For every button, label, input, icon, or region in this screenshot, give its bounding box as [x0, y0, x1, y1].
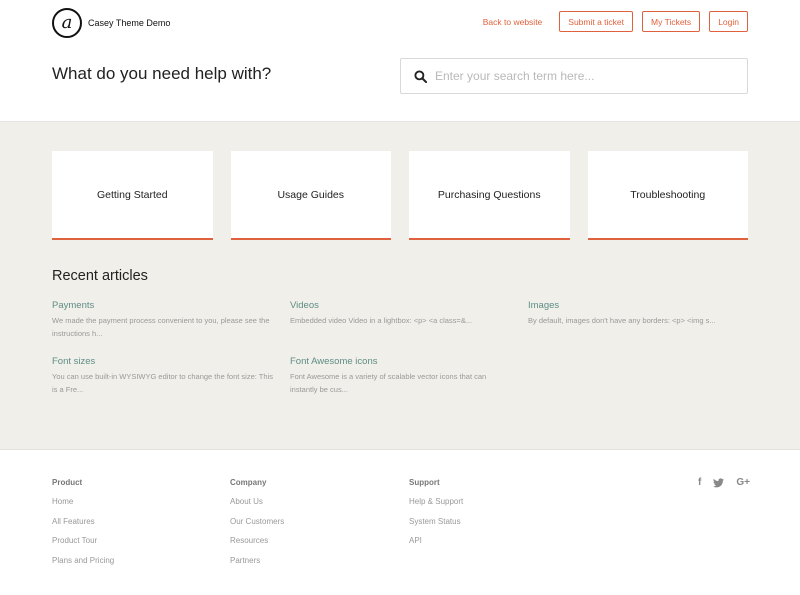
article-link[interactable]: Images: [528, 300, 752, 311]
search-icon[interactable]: [401, 69, 435, 83]
category-card-troubleshooting[interactable]: Troubleshooting: [587, 151, 748, 240]
footer-column-title: Support: [409, 478, 440, 487]
search-input[interactable]: [435, 69, 747, 83]
search-bar[interactable]: [400, 58, 748, 94]
article-item: Font Awesome icons Font Awesome is a var…: [290, 356, 528, 396]
main-content: Getting Started Usage Guides Purchasing …: [0, 122, 800, 450]
submit-ticket-button[interactable]: Submit a ticket: [559, 11, 634, 32]
login-button[interactable]: Login: [709, 11, 748, 32]
footer-link[interactable]: Partners: [230, 555, 284, 575]
article-item: Payments We made the payment process con…: [52, 300, 290, 340]
footer-link[interactable]: Our Customers: [230, 516, 284, 536]
back-to-website-link[interactable]: Back to website: [483, 17, 543, 27]
twitter-icon[interactable]: [713, 477, 725, 488]
recent-articles-heading: Recent articles: [52, 268, 148, 284]
footer-column-product: Product Home All Features Product Tour P…: [52, 478, 114, 574]
at-sign-logo-icon: a: [52, 8, 82, 38]
recent-articles-list: Payments We made the payment process con…: [52, 300, 752, 396]
site-footer: Product Home All Features Product Tour P…: [0, 450, 800, 594]
article-excerpt: You can use built-in WYSIWYG editor to c…: [52, 372, 273, 394]
footer-link[interactable]: Home: [52, 496, 114, 516]
footer-link[interactable]: System Status: [409, 516, 463, 536]
footer-column-title: Product: [52, 478, 83, 487]
article-link[interactable]: Payments: [52, 300, 290, 311]
footer-column-company: Company About Us Our Customers Resources…: [230, 478, 284, 574]
header-nav: Back to website Submit a ticket My Ticke…: [483, 11, 748, 32]
article-link[interactable]: Font sizes: [52, 356, 290, 367]
article-link[interactable]: Font Awesome icons: [290, 356, 528, 367]
brand-name: Casey Theme Demo: [88, 18, 171, 28]
logo[interactable]: a Casey Theme Demo: [52, 8, 170, 38]
category-card-getting-started[interactable]: Getting Started: [52, 151, 213, 240]
footer-link[interactable]: Product Tour: [52, 535, 114, 555]
article-link[interactable]: Videos: [290, 300, 528, 311]
site-header: a Casey Theme Demo Back to website Submi…: [0, 0, 800, 122]
footer-column-support: Support Help & Support System Status API: [409, 478, 463, 555]
article-excerpt: Font Awesome is a variety of scalable ve…: [290, 372, 487, 394]
article-item: Font sizes You can use built-in WYSIWYG …: [52, 356, 290, 396]
article-item: Videos Embedded video Video in a lightbo…: [290, 300, 528, 340]
category-cards: Getting Started Usage Guides Purchasing …: [52, 151, 748, 240]
category-card-usage-guides[interactable]: Usage Guides: [230, 151, 391, 240]
social-links: f G+: [698, 477, 750, 488]
google-plus-icon[interactable]: G+: [736, 477, 750, 488]
footer-link[interactable]: About Us: [230, 496, 284, 516]
hero-title: What do you need help with?: [52, 64, 272, 83]
footer-link[interactable]: Help & Support: [409, 496, 463, 516]
article-excerpt: By default, images don't have any border…: [528, 316, 716, 325]
footer-link[interactable]: API: [409, 535, 463, 555]
footer-link[interactable]: Plans and Pricing: [52, 555, 114, 575]
my-tickets-button[interactable]: My Tickets: [642, 11, 701, 32]
article-item: Images By default, images don't have any…: [528, 300, 752, 340]
article-excerpt: We made the payment process convenient t…: [52, 316, 270, 338]
footer-column-title: Company: [230, 478, 267, 487]
footer-link[interactable]: All Features: [52, 516, 114, 536]
footer-link[interactable]: Resources: [230, 535, 284, 555]
article-excerpt: Embedded video Video in a lightbox: <p> …: [290, 316, 473, 325]
facebook-icon[interactable]: f: [698, 477, 701, 488]
category-card-purchasing-questions[interactable]: Purchasing Questions: [409, 151, 570, 240]
